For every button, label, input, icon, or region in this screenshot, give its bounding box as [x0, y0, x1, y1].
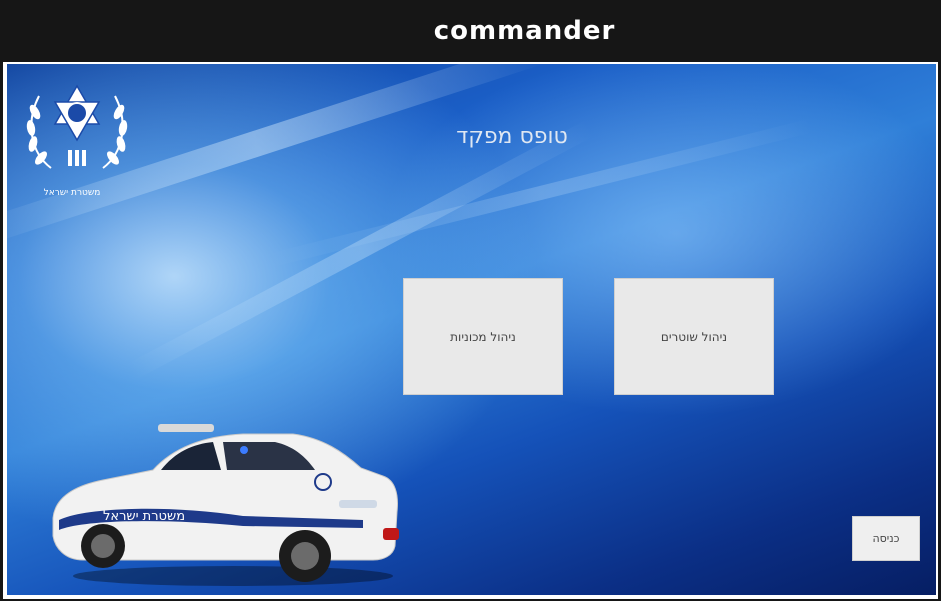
window-title: commander — [433, 16, 616, 46]
manage-vehicles-label: ניהול מכוניות — [450, 329, 516, 344]
police-emblem-icon — [21, 78, 133, 178]
manage-officers-label: ניהול שוטרים — [660, 329, 728, 344]
manage-vehicles-button[interactable]: ניהול מכוניות — [403, 278, 563, 395]
window-titlebar: commander — [0, 0, 941, 62]
police-car-image: משטרת ישראל — [43, 408, 403, 588]
app-frame: משטרת ישראל טופס מפקד ניהול מכוניות ניהו… — [3, 62, 938, 599]
login-button[interactable]: כניסה — [852, 516, 920, 561]
page-title: טופס מפקד — [456, 124, 568, 149]
emblem-caption: משטרת ישראל — [43, 188, 101, 198]
login-label: כניסה — [872, 532, 900, 545]
car-side-text: משטרת ישראל — [103, 509, 185, 524]
manage-officers-button[interactable]: ניהול שוטרים — [614, 278, 774, 395]
main-canvas: משטרת ישראל טופס מפקד ניהול מכוניות ניהו… — [7, 64, 936, 595]
